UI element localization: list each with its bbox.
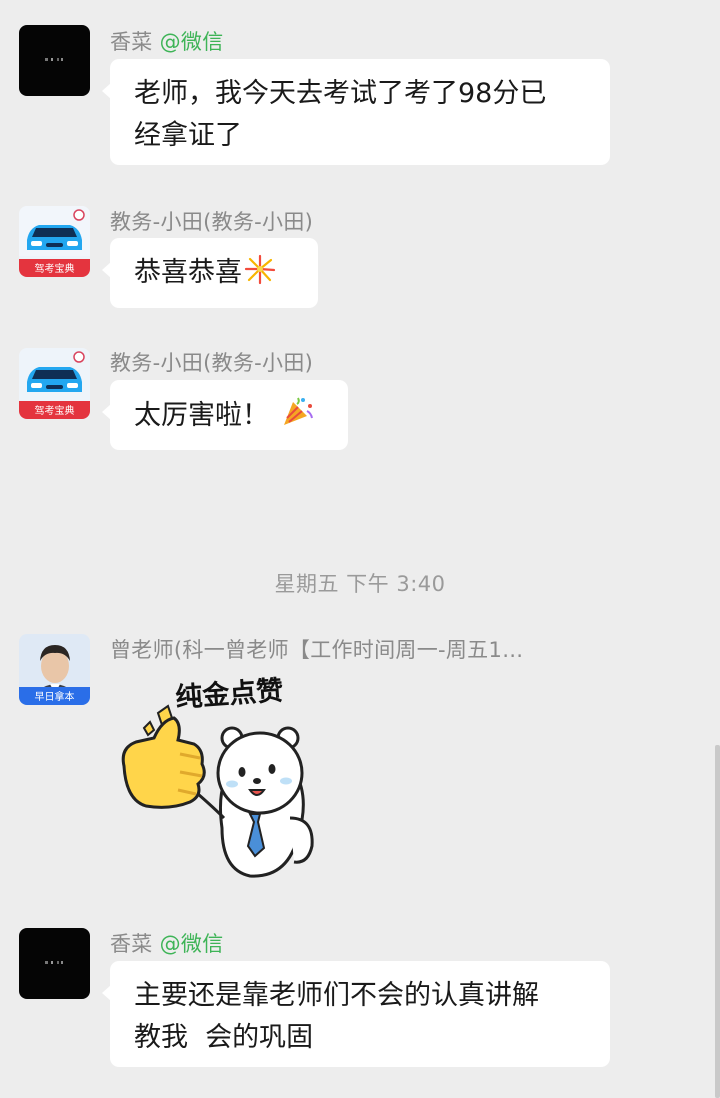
sender-name: 曾老师(科一曾老师【工作时间周一-周五1… <box>110 638 524 662</box>
avatar[interactable] <box>19 928 90 999</box>
message-text: 恭喜恭喜 <box>134 257 242 288</box>
message-bubble[interactable]: 恭喜恭喜 <box>102 238 318 308</box>
message-text-line: 经拿证了 <box>134 120 242 151</box>
avatar[interactable]: 驾考宝典 <box>19 206 90 277</box>
message-bubble[interactable]: 太厉害啦！ <box>102 380 348 450</box>
message-text-line: 教我 会的巩固 <box>134 1022 314 1053</box>
sender-name: 香菜 @微信 <box>110 932 224 956</box>
fireworks-emoji <box>244 253 276 298</box>
sender-mention[interactable]: @微信 <box>160 932 224 956</box>
message-text-line: 主要还是靠老师们不会的认真讲解 <box>134 980 539 1011</box>
party-popper-emoji <box>281 394 315 441</box>
avatar-label: 早日拿本 <box>35 690 75 703</box>
message-text: 太厉害啦！ <box>134 400 269 431</box>
avatar[interactable]: 驾考宝典 <box>19 348 90 419</box>
sticker-text: 纯金点赞 <box>174 674 284 713</box>
sender-mention[interactable]: @微信 <box>160 30 224 54</box>
sender-name: 香菜 @微信 <box>110 30 224 54</box>
bear-thumbs-up-sticker: 纯金点赞 <box>121 674 314 878</box>
car-app-icon: 驾考宝典 <box>19 348 90 419</box>
sender-name: 教务-小田(教务-小田) <box>110 351 314 375</box>
message-bubble[interactable]: 老师，我今天去考试了考了98分已 经拿证了 <box>102 59 610 165</box>
car-app-icon: 驾考宝典 <box>19 206 90 277</box>
sender-name: 教务-小田(教务-小田) <box>110 210 314 234</box>
message-text-line: 老师，我今天去考试了考了98分已 <box>134 78 547 109</box>
avatar[interactable]: 早日拿本 <box>19 634 90 705</box>
sticker[interactable]: 纯金点赞 <box>110 668 320 888</box>
scrollbar[interactable] <box>715 745 720 1098</box>
avatar-label: 驾考宝典 <box>35 262 75 275</box>
teacher-photo-avatar: 早日拿本 <box>19 634 90 705</box>
timestamp: 星期五 下午 3:40 <box>274 572 446 596</box>
message-bubble[interactable]: 主要还是靠老师们不会的认真讲解 教我 会的巩固 <box>102 961 610 1067</box>
avatar-label: 驾考宝典 <box>35 404 75 417</box>
avatar[interactable] <box>19 25 90 96</box>
